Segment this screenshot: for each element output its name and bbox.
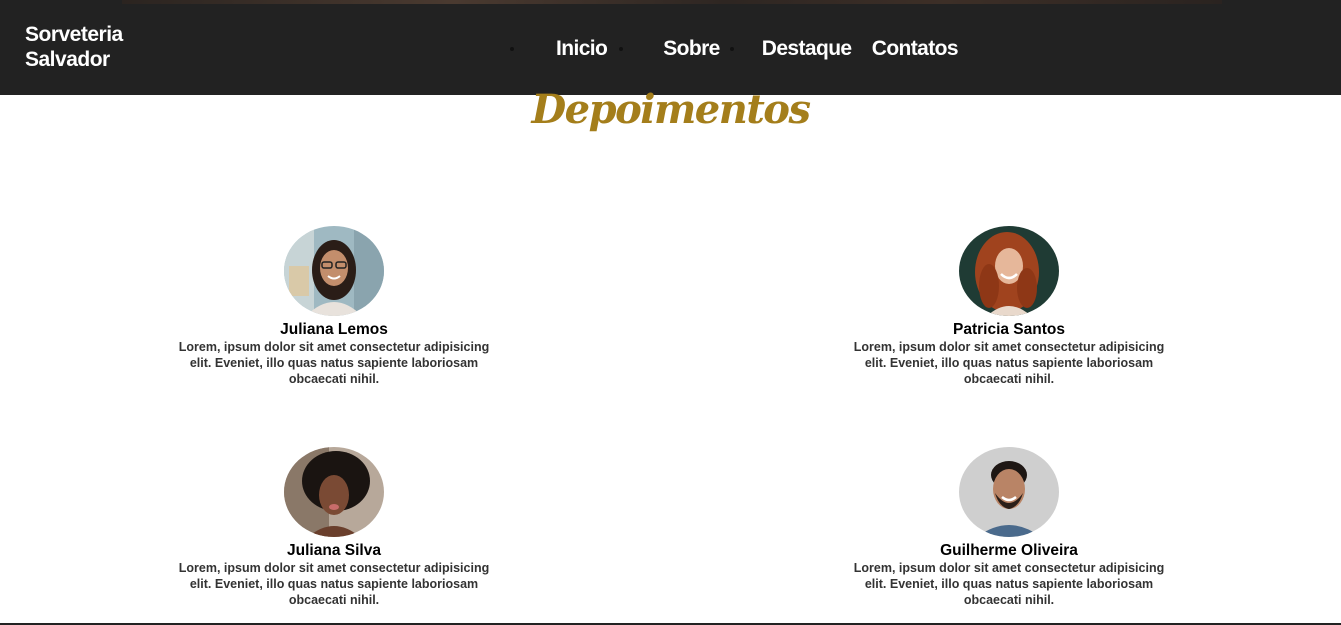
- nav-link-sobre[interactable]: Sobre: [663, 37, 720, 61]
- avatar: [959, 226, 1059, 316]
- testimonial-name: Juliana Lemos: [280, 321, 388, 338]
- testimonial-card: Juliana Silva Lorem, ipsum dolor sit ame…: [164, 447, 504, 608]
- brand-line-1: Sorveteria: [25, 23, 123, 46]
- nav-link-destaque[interactable]: Destaque: [762, 37, 852, 61]
- nav-bullet: [510, 47, 514, 51]
- avatar: [284, 226, 384, 316]
- nav-bullet: [729, 47, 734, 51]
- testimonial-name: Guilherme Oliveira: [940, 542, 1078, 559]
- hero-image-strip: [122, 0, 1222, 4]
- navbar: Sorveteria Salvador Inicio Sobre Destaqu…: [0, 0, 1341, 95]
- avatar: [284, 447, 384, 537]
- nav-bullet: [619, 47, 624, 51]
- nav-link-contatos[interactable]: Contatos: [872, 37, 959, 61]
- brand-line-2: Salvador: [25, 48, 110, 71]
- testimonial-card: Guilherme Oliveira Lorem, ipsum dolor si…: [839, 447, 1179, 608]
- nav-link-inicio[interactable]: Inicio: [556, 37, 608, 61]
- testimonial-name: Patricia Santos: [953, 321, 1065, 338]
- section-title: Depoimentos: [531, 86, 811, 133]
- testimonial-text: Lorem, ipsum dolor sit amet consectetur …: [853, 340, 1165, 386]
- testimonial-text: Lorem, ipsum dolor sit amet consectetur …: [178, 561, 490, 607]
- main-nav: Inicio Sobre Destaque Contatos: [510, 34, 959, 64]
- testimonial-card: Juliana Lemos Lorem, ipsum dolor sit ame…: [164, 226, 504, 387]
- testimonial-text: Lorem, ipsum dolor sit amet consectetur …: [178, 340, 490, 386]
- page: Sorveteria Salvador Inicio Sobre Destaqu…: [0, 0, 1341, 625]
- avatar: [959, 447, 1059, 537]
- testimonial-name: Juliana Silva: [287, 542, 381, 559]
- testimonial-card: Patricia Santos Lorem, ipsum dolor sit a…: [839, 226, 1179, 387]
- brand-logo[interactable]: Sorveteria Salvador: [25, 22, 123, 72]
- testimonial-text: Lorem, ipsum dolor sit amet consectetur …: [853, 561, 1165, 607]
